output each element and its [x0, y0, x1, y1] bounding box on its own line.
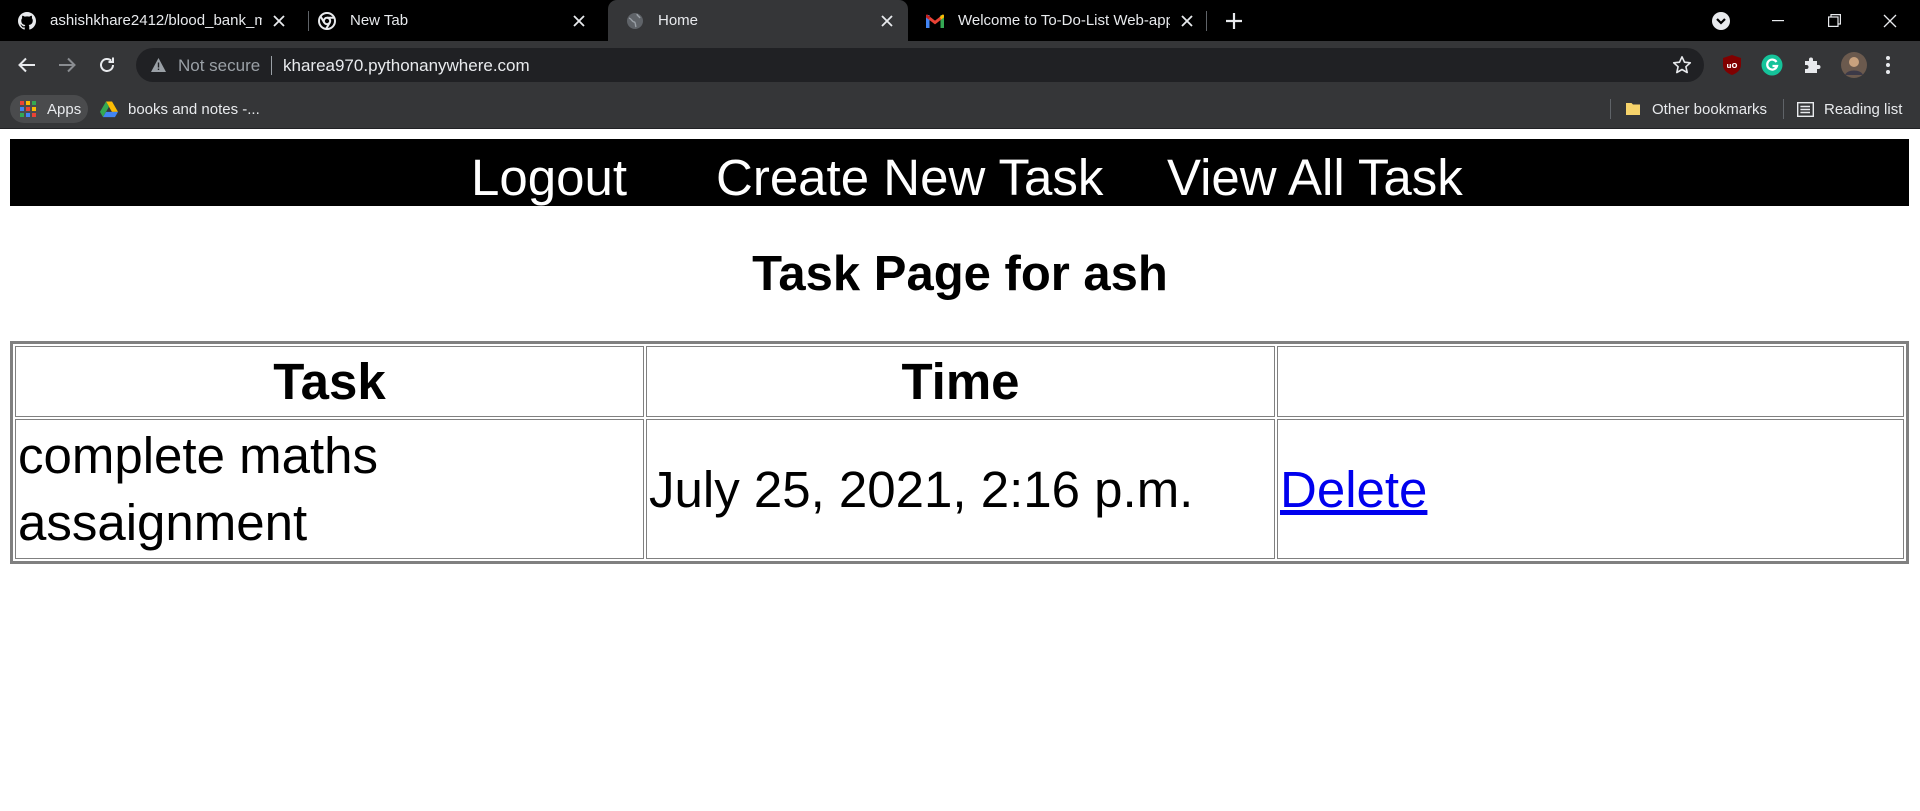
tab-separator [1206, 11, 1207, 31]
tab-new-tab[interactable]: New Tab [300, 0, 600, 41]
page-title: Task Page for ash [752, 247, 1168, 301]
apps-bookmark[interactable]: Apps [10, 95, 88, 123]
chevron-down-icon [1711, 11, 1730, 30]
bookmark-label: books and notes -... [128, 100, 260, 118]
view-all-task-link[interactable]: View All Task [1167, 150, 1463, 206]
avatar-icon [1841, 52, 1867, 78]
extensions-button[interactable] [1800, 53, 1824, 77]
reading-list-icon [1796, 100, 1814, 118]
dot-icon [1886, 63, 1890, 67]
close-icon [1883, 14, 1897, 27]
back-button[interactable] [13, 51, 41, 79]
top-navbar: Logout Create New Task View All Task [10, 139, 1909, 206]
tab-title: ashishkhare2412/blood_bank_ma [50, 12, 262, 29]
ublock-extension-button[interactable]: uO [1720, 53, 1744, 77]
close-icon[interactable] [569, 11, 588, 30]
tab-title: New Tab [350, 12, 409, 29]
table-row: complete maths assaignment July 25, 2021… [15, 419, 1904, 559]
create-new-task-link[interactable]: Create New Task [716, 150, 1103, 206]
new-tab-button[interactable] [1222, 9, 1246, 33]
bookmark-separator [1610, 99, 1611, 119]
grammarly-icon [1761, 54, 1783, 76]
puzzle-icon [1805, 57, 1821, 73]
close-icon[interactable] [877, 11, 896, 30]
globe-icon [626, 12, 644, 30]
tab-gmail[interactable]: Welcome to To-Do-List Web-app [908, 0, 1208, 41]
task-cell: complete maths assaignment [15, 419, 644, 559]
tab-strip: ashishkhare2412/blood_bank_ma New Tab Ho… [0, 0, 1920, 41]
browser-toolbar: Not secure kharea970.pythonanywhere.com … [0, 41, 1920, 89]
restore-button[interactable] [1806, 0, 1862, 41]
tab-github[interactable]: ashishkhare2412/blood_bank_ma [0, 0, 300, 41]
action-cell: Delete [1277, 419, 1904, 559]
chrome-icon [318, 12, 336, 30]
close-icon[interactable] [269, 11, 288, 30]
page-content: Logout Create New Task View All Task Tas… [0, 129, 1920, 811]
arrow-right-icon [59, 57, 76, 73]
reading-list-label: Reading list [1824, 100, 1903, 118]
ublock-icon: uO [1723, 55, 1741, 75]
minimize-button[interactable] [1750, 0, 1806, 41]
bookmark-separator [1783, 99, 1784, 119]
grammarly-extension-button[interactable] [1760, 53, 1784, 77]
other-bookmarks-label: Other bookmarks [1652, 100, 1768, 118]
apps-grid-icon [19, 100, 37, 118]
arrow-left-icon [18, 57, 35, 73]
restore-icon [1827, 14, 1841, 27]
url-text[interactable]: kharea970.pythonanywhere.com [283, 56, 530, 75]
minimize-icon [1772, 19, 1784, 21]
profile-avatar[interactable] [1840, 51, 1868, 79]
security-status[interactable]: Not secure [178, 56, 260, 75]
table-header-row: Task Time [15, 346, 1904, 417]
tab-title: Welcome to To-Do-List Web-app [958, 12, 1170, 29]
github-icon [18, 12, 36, 30]
reload-button[interactable] [93, 51, 121, 79]
tab-search-button[interactable] [1708, 8, 1733, 33]
star-icon[interactable] [1672, 55, 1692, 75]
close-icon[interactable] [1177, 11, 1196, 30]
forward-button[interactable] [53, 51, 81, 79]
warning-icon [151, 58, 166, 72]
dot-icon [1886, 70, 1890, 74]
apps-label: Apps [47, 100, 82, 118]
reload-icon [100, 57, 114, 72]
gmail-icon [926, 12, 944, 30]
svg-text:uO: uO [1727, 62, 1738, 70]
folder-icon [1624, 100, 1642, 118]
task-column-header: Task [15, 346, 644, 417]
time-cell: July 25, 2021, 2:16 p.m. [646, 419, 1275, 559]
tab-title: Home [658, 12, 699, 29]
bookmarks-bar: Apps books and notes -... Other bookmark… [0, 89, 1920, 129]
google-drive-icon [100, 100, 118, 118]
tab-home[interactable]: Home [608, 0, 908, 41]
action-column-header [1277, 346, 1904, 417]
omnibox-separator [271, 56, 272, 75]
dot-icon [1886, 56, 1890, 60]
delete-link[interactable]: Delete [1280, 461, 1427, 518]
logout-link[interactable]: Logout [471, 150, 627, 206]
address-bar[interactable]: Not secure kharea970.pythonanywhere.com [136, 48, 1704, 82]
other-bookmarks-folder[interactable]: Other bookmarks [1624, 95, 1767, 123]
window-close-button[interactable] [1862, 0, 1918, 41]
reading-list-button[interactable]: Reading list [1796, 95, 1902, 123]
bookmark-books-and-notes[interactable]: books and notes -... [100, 95, 260, 123]
plus-icon [1226, 13, 1242, 29]
task-table: Task Time complete maths assaignment Jul… [10, 341, 1909, 564]
browser-menu-button[interactable] [1878, 54, 1898, 76]
time-column-header: Time [646, 346, 1275, 417]
